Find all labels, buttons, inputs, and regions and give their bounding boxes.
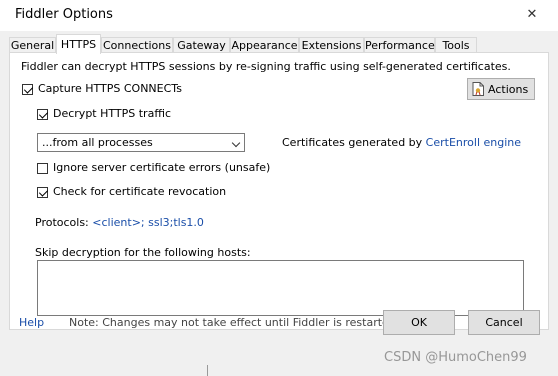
skip-hosts-textarea[interactable]	[37, 260, 524, 316]
help-link[interactable]: Help	[19, 316, 44, 329]
tab-tools[interactable]: Tools	[435, 37, 477, 53]
protocols-text: Protocols: <client>; ssl3;tls1.0	[35, 216, 204, 229]
tab-general[interactable]: General	[9, 37, 56, 53]
decrypt-https-label: Decrypt HTTPS traffic	[53, 107, 171, 120]
capture-https-checkbox[interactable]	[22, 84, 33, 95]
protocols-link[interactable]: <client>; ssl3;tls1.0	[92, 216, 204, 229]
cert-generator-prefix: Certificates generated by	[282, 136, 423, 149]
process-filter-select[interactable]: ...from all processes	[37, 133, 245, 152]
ignore-cert-errors-label: Ignore server certificate errors (unsafe…	[53, 161, 271, 174]
cert-engine-link[interactable]: CertEnroll engine	[426, 136, 521, 149]
actions-label: Actions	[488, 83, 529, 96]
intro-text: Fiddler can decrypt HTTPS sessions by re…	[21, 60, 511, 73]
tab-connections[interactable]: Connections	[101, 37, 173, 53]
decrypt-https-checkbox[interactable]	[37, 109, 48, 120]
cert-generator-text: Certificates generated by CertEnroll eng…	[282, 136, 521, 149]
skip-decryption-label: Skip decryption for the following hosts:	[35, 246, 251, 259]
tab-https[interactable]: HTTPS	[56, 34, 101, 54]
cancel-button[interactable]: Cancel	[468, 310, 540, 335]
close-icon[interactable]: ✕	[521, 4, 543, 26]
window-title: Fiddler Options	[15, 7, 113, 22]
tab-performance[interactable]: Performance	[364, 37, 435, 53]
certificate-icon	[472, 82, 484, 96]
dialog-body: General HTTPS Connections Gateway Appear…	[0, 31, 558, 376]
title-bar: Fiddler Options ✕	[0, 0, 558, 31]
tab-appearance[interactable]: Appearance	[230, 37, 299, 53]
actions-button[interactable]: Actions	[467, 78, 535, 100]
check-revocation-label: Check for certificate revocation	[53, 185, 227, 198]
restart-note: Note: Changes may not take effect until …	[69, 316, 400, 329]
tab-gateway[interactable]: Gateway	[173, 37, 230, 53]
https-panel: Fiddler can decrypt HTTPS sessions by re…	[9, 52, 549, 330]
watermark-text: CSDN @HumoChen99	[384, 350, 527, 365]
tab-extensions[interactable]: Extensions	[299, 37, 364, 53]
capture-https-label: Capture HTTPS CONNECTs	[38, 82, 182, 95]
check-revocation-checkbox[interactable]	[37, 187, 48, 198]
ignore-cert-errors-checkbox[interactable]	[37, 163, 48, 174]
protocols-label: Protocols:	[35, 216, 89, 229]
process-filter-value: ...from all processes	[42, 136, 153, 149]
background-divider	[207, 365, 208, 376]
chevron-down-icon	[231, 138, 241, 148]
ok-button[interactable]: OK	[383, 310, 455, 335]
